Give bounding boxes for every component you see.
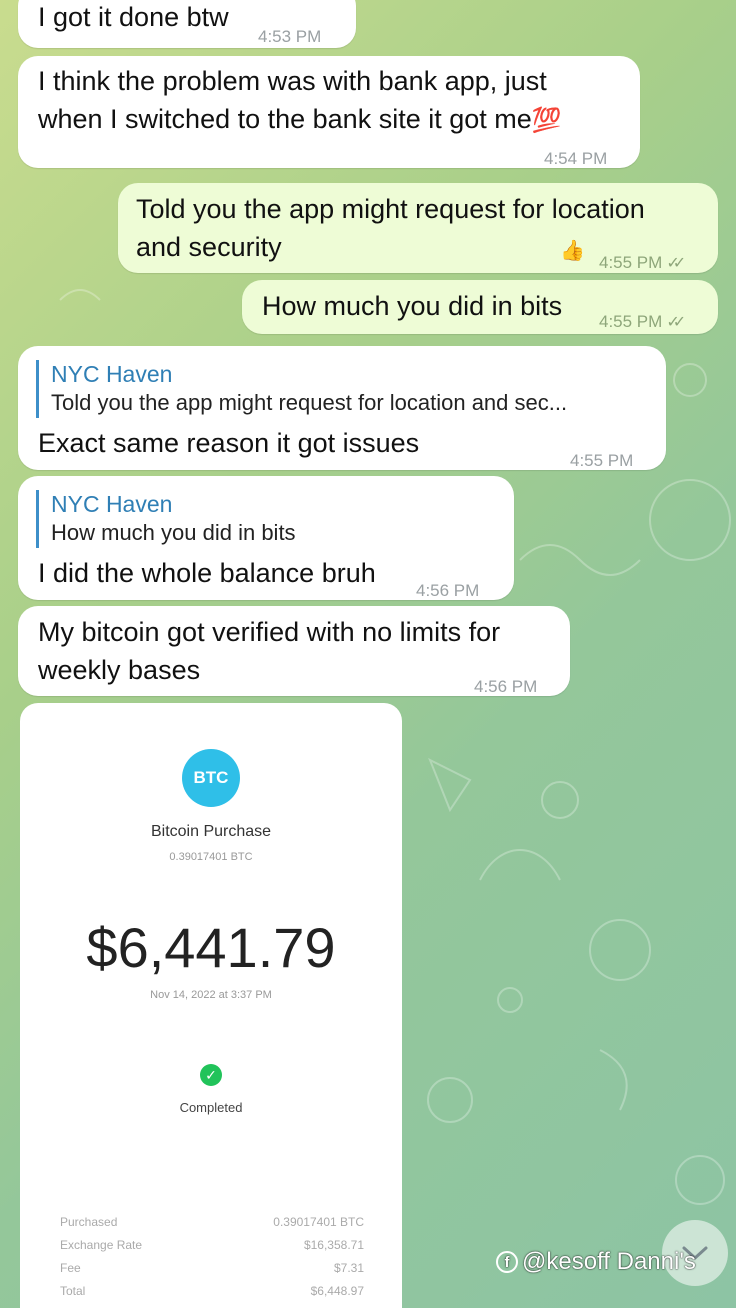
- receipt-row-label: Exchange Rate: [60, 1238, 143, 1252]
- receipt-status: Completed: [179, 1100, 243, 1115]
- message-bubble-outgoing[interactable]: Told you the app might request for locat…: [118, 183, 718, 273]
- message-bubble-incoming[interactable]: NYC Haven How much you did in bits I did…: [18, 476, 514, 600]
- message-time: 4:54 PM: [544, 149, 608, 168]
- message-text: and security: [136, 232, 282, 262]
- receipt-btc-amount: 0.39017401 BTC: [169, 851, 253, 863]
- receipt-title: Bitcoin Purchase: [150, 823, 272, 840]
- reply-quote[interactable]: NYC Haven Told you the app might request…: [36, 360, 567, 418]
- receipt-image-message[interactable]: BTC Bitcoin Purchase 0.39017401 BTC $6,4…: [20, 703, 402, 1308]
- receipt-usd-amount: $6,441.79: [86, 916, 336, 979]
- message-text: My bitcoin got verified with no limits f…: [38, 617, 501, 647]
- receipt-row-label: Total: [60, 1284, 86, 1298]
- receipt-row-value: 0.39017401 BTC: [273, 1215, 364, 1229]
- receipt-row: Fee $7.31: [60, 1261, 364, 1275]
- message-time: 4:56 PM: [416, 581, 480, 600]
- message-time: 4:55 PM ✓✓: [599, 303, 686, 342]
- message-time: 4:53 PM: [258, 27, 322, 46]
- watermark-text: @kesoff Danni's: [522, 1248, 696, 1275]
- reply-sender-name: NYC Haven: [51, 361, 173, 387]
- receipt-row-label: Purchased: [60, 1215, 118, 1229]
- receipt-row: Total $6,448.97: [60, 1284, 364, 1298]
- message-bubble-outgoing[interactable]: How much you did in bits 4:55 PM ✓✓: [242, 280, 718, 334]
- reply-quote-text: How much you did in bits: [51, 520, 296, 545]
- message-text: Exact same reason it got issues: [38, 428, 420, 458]
- message-text: How much you did in bits: [262, 291, 563, 321]
- message-text: weekly bases: [38, 655, 201, 685]
- hundred-points-emoji: 💯: [531, 107, 562, 134]
- watermark: f @kesoff Danni's: [496, 1248, 696, 1276]
- message-time: 4:55 PM: [570, 451, 634, 470]
- receipt-row-value: $7.31: [333, 1261, 364, 1275]
- message-time: 4:55 PM ✓✓: [599, 244, 686, 283]
- check-circle-icon: ✓: [200, 1064, 222, 1086]
- btc-icon: BTC: [182, 749, 240, 807]
- reply-quote[interactable]: NYC Haven How much you did in bits: [36, 490, 296, 548]
- receipt-row-value: $16,358.71: [303, 1238, 364, 1252]
- thumbs-up-reaction-icon[interactable]: 👍: [560, 239, 585, 263]
- message-text: I got it done btw: [38, 2, 229, 32]
- message-text: when I switched to the bank site it got …: [38, 104, 532, 134]
- message-bubble-incoming[interactable]: I think the problem was with bank app, j…: [18, 56, 640, 168]
- double-check-icon: ✓✓: [666, 314, 686, 331]
- receipt-row-label: Fee: [60, 1261, 81, 1275]
- message-bubble-incoming[interactable]: I got it done btw 4:53 PM: [18, 0, 356, 48]
- message-text: I think the problem was with bank app, j…: [38, 66, 547, 96]
- message-bubble-incoming[interactable]: My bitcoin got verified with no limits f…: [18, 606, 570, 696]
- reply-quote-text: Told you the app might request for locat…: [51, 390, 568, 415]
- message-time: 4:56 PM: [474, 677, 538, 696]
- facebook-icon: f: [496, 1251, 518, 1273]
- reply-sender-name: NYC Haven: [51, 491, 173, 517]
- receipt-row: Purchased 0.39017401 BTC: [60, 1215, 364, 1229]
- message-text: Told you the app might request for locat…: [136, 194, 645, 224]
- message-bubble-incoming[interactable]: NYC Haven Told you the app might request…: [18, 346, 666, 470]
- double-check-icon: ✓✓: [666, 255, 686, 272]
- message-text: I did the whole balance bruh: [38, 558, 376, 588]
- receipt-row: Exchange Rate $16,358.71: [60, 1238, 364, 1252]
- receipt-date: Nov 14, 2022 at 3:37 PM: [150, 989, 272, 1001]
- receipt-row-value: $6,448.97: [310, 1284, 364, 1298]
